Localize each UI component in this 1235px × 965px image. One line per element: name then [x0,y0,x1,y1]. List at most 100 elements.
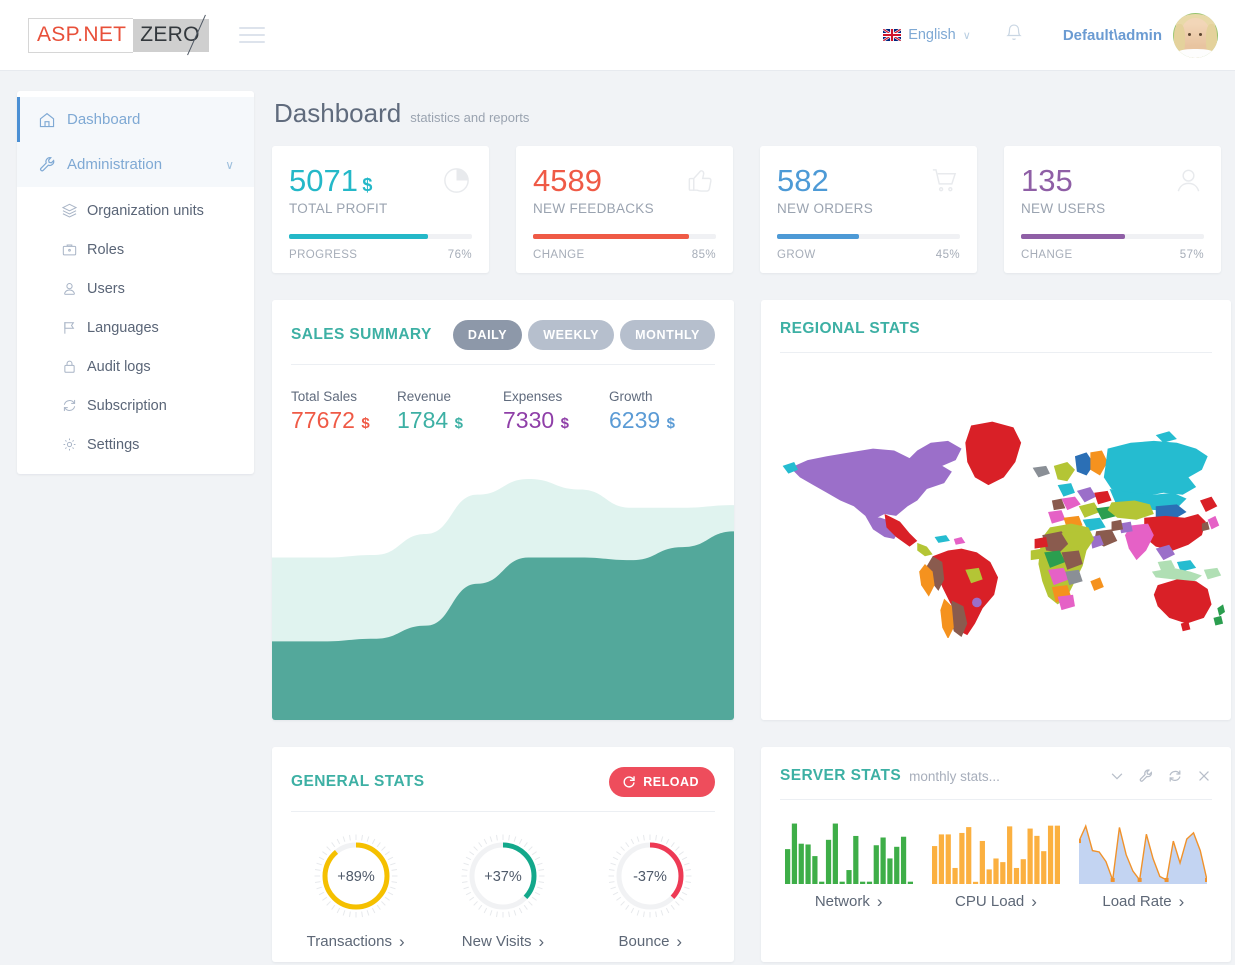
stat-tile-new-users[interactable]: 135 NEW USERS CHANGE 57% [1004,146,1221,273]
sidebar-item-organization-units[interactable]: Organization units [17,191,254,230]
bottom-row: GENERAL STATS RELOAD +89% Transactions ›… [272,747,1235,962]
progress-track [289,234,472,239]
stat-value: 135 [1021,163,1073,198]
figure-currency: $ [361,415,370,432]
wrench-icon[interactable] [1138,768,1154,784]
cpu-load-bar-chart [931,825,1060,884]
chevron-right-icon: › [398,932,405,951]
sparkline-cpu-load[interactable]: CPU Load › [922,822,1069,910]
sidebar-item-languages[interactable]: Languages [17,308,254,347]
stat-tile-total-profit[interactable]: 5071 $ TOTAL PROFIT PROGRESS 76% [272,146,489,273]
tab-daily[interactable]: DAILY [452,320,523,350]
panel-subtitle-server-stats: monthly stats... [909,768,1000,784]
stat-bar-label: GROW [777,249,816,261]
load-rate-area-chart [1077,823,1210,884]
header-right-controls: English ∨ Default\admin [883,12,1218,58]
stat-footer: CHANGE 85% [533,249,716,261]
panel-title-sales-summary: SALES SUMMARY [291,326,432,343]
panel-title-regional-stats: REGIONAL STATS [780,320,920,337]
sparkline-label: Network [814,893,870,910]
sidebar-sublabel-settings: Settings [87,436,140,453]
chevron-right-icon: › [538,932,545,951]
sidebar-item-administration[interactable]: Administration ∨ [17,142,254,187]
sparkline-network[interactable]: Network › [775,822,922,910]
sidebar-sublabel-audit-logs: Audit logs [87,358,151,375]
page-header: Dashboard statistics and reports [272,91,1235,146]
page-title: Dashboard [274,98,402,128]
page-body: Dashboard Administration ∨ Organization … [0,71,1235,965]
sidebar-item-dashboard[interactable]: Dashboard [17,97,254,142]
sidebar-item-roles[interactable]: Roles [17,230,254,269]
stat-value: 4589 [533,163,602,198]
language-selector[interactable]: English ∨ [883,27,971,43]
tab-monthly[interactable]: MONTHLY [620,320,715,350]
gauge-bounce-dial: -37% [608,834,692,918]
app-logo[interactable]: ASP.NET ZERO [28,14,209,55]
figure-value-wrap: 6239 $ [609,407,715,434]
world-map[interactable] [773,388,1225,638]
sales-summary-tabs: DAILY WEEKLY MONTHLY [452,320,715,350]
thumbs-up-icon [685,165,716,201]
figure-total-sales: Total Sales 77672 $ [291,389,397,434]
gauge-new-visits[interactable]: +37% New Visits › [429,830,576,950]
sidebar-item-users[interactable]: Users [17,269,254,308]
figure-value: 77672 [291,407,355,433]
home-icon [38,111,63,129]
server-stats-header: SERVER STATS monthly stats... [761,747,1231,785]
bell-icon[interactable] [1005,23,1023,48]
avatar-eye-right [1199,32,1202,36]
figure-currency: $ [454,415,463,432]
stat-percent: 85% [691,249,716,261]
figure-currency: $ [560,415,569,432]
sales-figures: Total Sales 77672 $ Revenue 1784 $ Expen… [272,365,734,434]
sidebar-sublabel-subscription: Subscription [87,397,167,414]
sparkline-label-wrap: CPU Load › [922,893,1069,910]
chevron-right-icon: › [1178,892,1185,911]
stat-percent: 57% [1179,249,1204,261]
stat-tile-new-feedbacks[interactable]: 4589 NEW FEEDBACKS CHANGE 85% [516,146,733,273]
close-icon[interactable] [1196,768,1212,784]
layers-icon [61,202,87,219]
gauge-bounce[interactable]: -37% Bounce › [577,830,724,950]
chevron-right-icon: › [676,932,683,951]
progress-fill [289,234,429,239]
sales-summary-area-chart [272,478,734,720]
stat-tile-new-orders[interactable]: 582 NEW ORDERS GROW 45% [760,146,977,273]
hamburger-icon[interactable] [238,22,265,48]
gauge-transactions[interactable]: +89% Transactions › [282,830,429,950]
user-icon [1173,165,1204,201]
chevron-right-icon: › [1031,892,1037,911]
regional-stats-header: REGIONAL STATS [761,300,1231,338]
briefcase-icon [61,241,87,258]
progress-fill [1021,234,1126,239]
panel-tools [1109,768,1212,784]
progress-fill [533,234,689,239]
sales-summary-header: SALES SUMMARY DAILY WEEKLY MONTHLY [272,300,734,350]
avatar[interactable] [1173,12,1218,58]
sparkline-load-rate[interactable]: Load Rate › [1070,822,1217,910]
sparkline-label-wrap: Load Rate › [1070,893,1217,910]
chevron-down-icon[interactable] [1109,768,1125,784]
sidebar-item-settings[interactable]: Settings [17,425,254,464]
gauge-label: Bounce [618,933,670,950]
top-header-bar: ASP.NET ZERO English ∨ Default\admin [0,0,1235,71]
main-content: Dashboard statistics and reports 5071 $ … [272,91,1235,962]
tab-weekly[interactable]: WEEKLY [528,320,615,350]
reload-button[interactable]: RELOAD [609,767,715,797]
sidebar-item-audit-logs[interactable]: Audit logs [17,347,254,386]
user-name-label[interactable]: Default\admin [1063,27,1162,44]
reload-button-label: RELOAD [643,775,699,789]
users-icon [61,280,87,297]
stat-footer: CHANGE 57% [1021,249,1204,261]
wrench-icon [38,155,63,174]
sidebar-sublabel-languages: Languages [87,319,159,336]
general-stats-panel: GENERAL STATS RELOAD +89% Transactions ›… [272,747,734,962]
figure-label: Expenses [503,389,563,404]
stat-bar-label: CHANGE [1021,249,1073,261]
cart-icon [929,165,960,201]
gear-icon [61,436,87,453]
refresh-icon[interactable] [1167,768,1183,784]
sidebar-item-subscription[interactable]: Subscription [17,386,254,425]
sparkline-label: CPU Load [955,893,1025,910]
stat-footer: PROGRESS 76% [289,249,472,261]
